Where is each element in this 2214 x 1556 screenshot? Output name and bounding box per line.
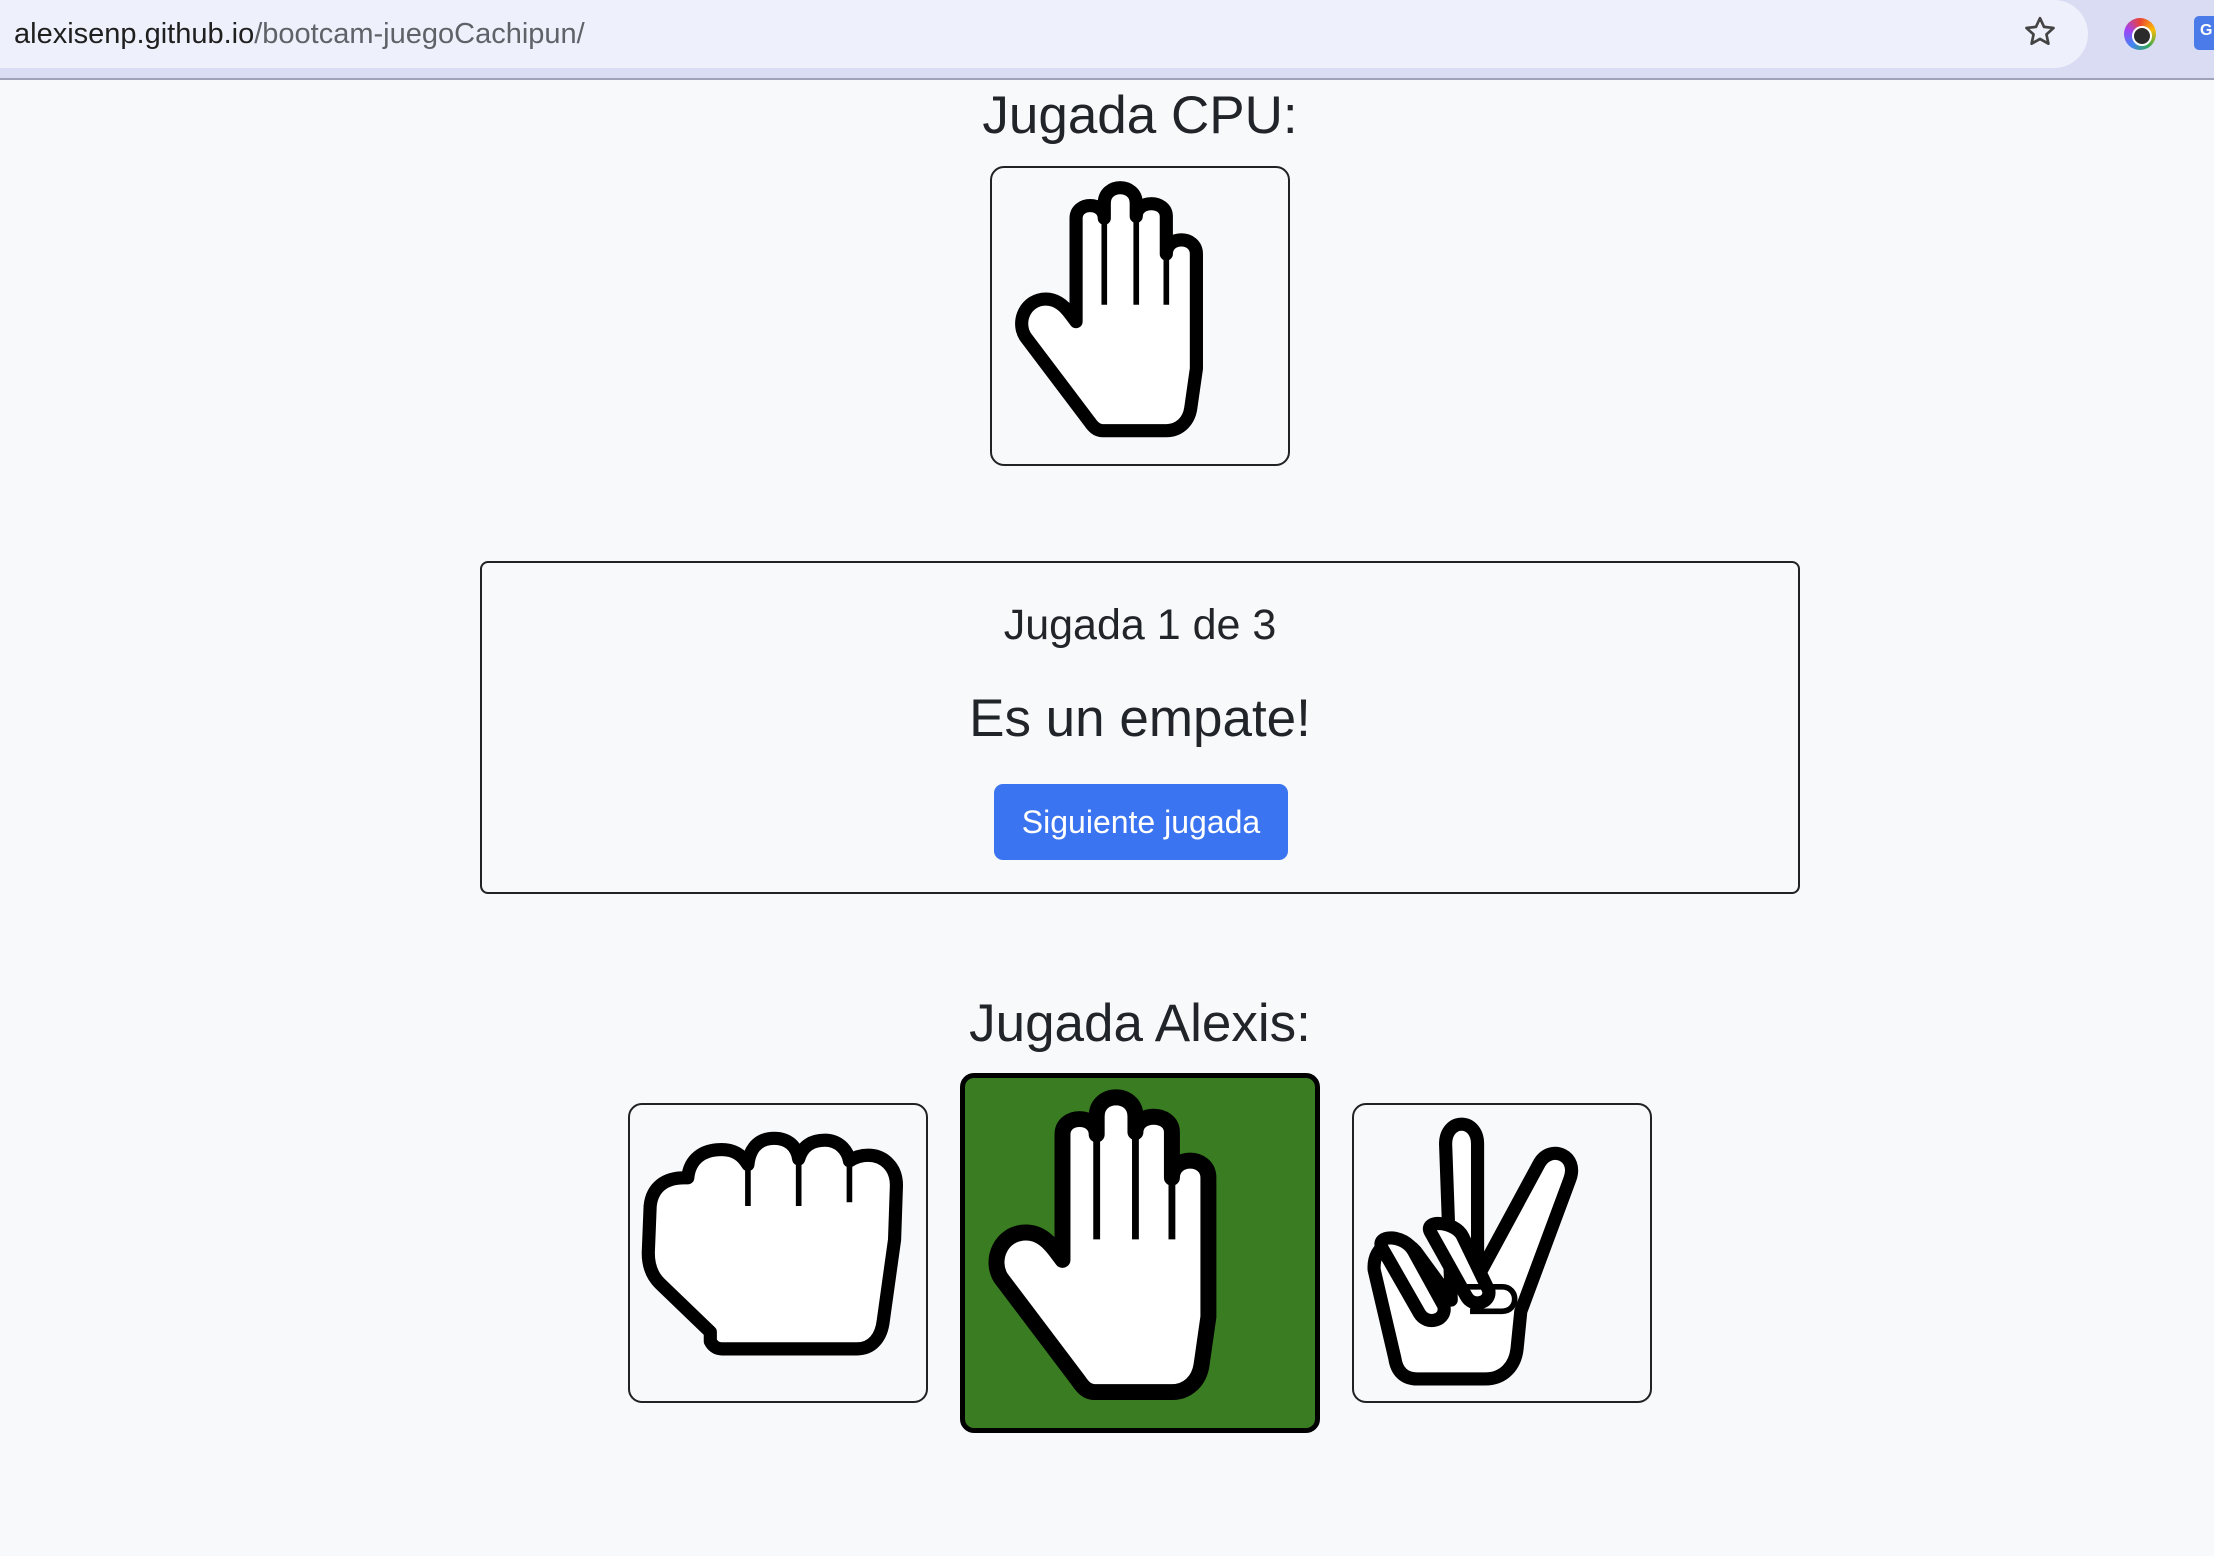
rock-option-card[interactable]: [628, 1103, 928, 1403]
next-round-button[interactable]: Siguiente jugada: [994, 784, 1288, 860]
extension-camera-icon[interactable]: [2124, 18, 2156, 50]
result-message: Es un empate!: [969, 689, 1311, 748]
address-bar[interactable]: alexisenp.github.io/bootcam-juegoCachipu…: [0, 0, 2088, 68]
url-text[interactable]: alexisenp.github.io/bootcam-juegoCachipu…: [14, 14, 585, 54]
result-panel: Jugada 1 de 3 Es un empate! Siguiente ju…: [480, 561, 1800, 894]
scissors-hand-icon: [1367, 1117, 1579, 1386]
browser-toolbar: alexisenp.github.io/bootcam-juegoCachipu…: [0, 0, 2214, 80]
scissors-option-card[interactable]: [1352, 1103, 1652, 1403]
cpu-choice-card: [990, 166, 1290, 466]
paper-option-card[interactable]: [960, 1073, 1320, 1433]
player-heading: Jugada Alexis:: [969, 994, 1311, 1053]
round-counter: Jugada 1 de 3: [1003, 601, 1277, 649]
paper-hand-icon: [988, 1089, 1217, 1401]
url-path: /bootcam-juegoCachipun/: [254, 18, 585, 50]
cpu-heading: Jugada CPU:: [982, 86, 1298, 145]
extension-google-icon[interactable]: G: [2194, 16, 2214, 50]
url-host: alexisenp.github.io: [14, 18, 255, 50]
paper-hand-icon: [1015, 181, 1203, 438]
rock-fist-icon: [641, 1131, 904, 1356]
bookmark-star-icon[interactable]: [2022, 14, 2058, 50]
